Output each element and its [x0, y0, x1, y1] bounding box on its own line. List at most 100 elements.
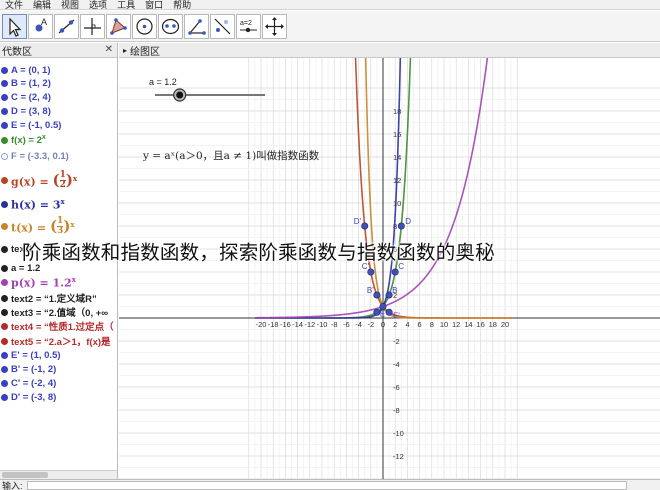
menu-item-1[interactable]: 编辑	[28, 0, 56, 10]
function-curve	[364, 58, 512, 319]
visibility-toggle-icon[interactable]	[1, 79, 8, 87]
command-input[interactable]	[26, 480, 627, 490]
line-tool-button[interactable]	[54, 13, 79, 39]
slider-tool-icon: a=2	[240, 20, 257, 32]
algebra-item[interactable]: text5 = “2.a＞1，f(x)是	[0, 334, 111, 348]
algebra-item-label: B' = (-1, 2)	[11, 363, 57, 375]
algebra-item-label: E = (-1, 0.5)	[11, 119, 62, 131]
polygon-tool-button[interactable]	[106, 13, 131, 39]
menu-item-3[interactable]: 选项	[84, 0, 112, 10]
x-tick-label: -18	[268, 320, 279, 329]
visibility-toggle-icon[interactable]	[1, 278, 8, 286]
x-tick-label: 2	[393, 320, 397, 329]
algebra-item[interactable]: F = (-3.3, 0.1)	[0, 149, 69, 163]
algebra-item[interactable]: h(x) = 3x	[0, 197, 65, 211]
algebra-item-label: f(x) = 2x	[11, 133, 46, 147]
algebra-item[interactable]: C = (2, 4)	[0, 90, 51, 104]
visibility-toggle-icon[interactable]	[1, 121, 8, 129]
angle-tool-button[interactable]	[184, 13, 209, 39]
x-tick-label: -6	[343, 320, 350, 329]
algebra-item[interactable]: text2 = “1.定义域R”	[0, 291, 97, 305]
close-icon[interactable]: ✕	[105, 44, 113, 55]
algebra-item[interactable]: g(x) = (1 2) x	[0, 170, 77, 189]
algebra-item[interactable]: B = (1, 2)	[0, 76, 51, 90]
menu-item-2[interactable]: 视图	[56, 0, 84, 10]
x-tick-label: 14	[464, 320, 472, 329]
algebra-item[interactable]: D = (3, 8)	[0, 104, 51, 118]
visibility-toggle-icon[interactable]	[1, 308, 8, 316]
move-view-tool-icon	[265, 16, 284, 36]
visibility-toggle-icon[interactable]	[1, 222, 8, 230]
visibility-toggle-icon[interactable]	[1, 264, 8, 272]
algebra-item[interactable]: f(x) = 2x	[0, 133, 46, 147]
view-menu-icon[interactable]: ▸	[123, 46, 127, 55]
visibility-toggle-icon[interactable]	[1, 176, 8, 184]
visibility-toggle-icon[interactable]	[1, 322, 8, 330]
ellipse-tool-button[interactable]	[158, 13, 183, 39]
menu-item-0[interactable]: 文件	[0, 0, 28, 10]
scrollbar-thumb[interactable]	[2, 472, 48, 478]
menu-item-6[interactable]: 帮助	[168, 0, 196, 10]
visibility-toggle-icon[interactable]	[1, 365, 8, 373]
svg-text:A: A	[41, 17, 47, 27]
algebra-item[interactable]: C' = (-2, 4)	[0, 376, 56, 390]
algebra-item-label: text5 = “2.a＞1，f(x)是	[11, 337, 111, 348]
menu-item-5[interactable]: 窗口	[140, 0, 168, 10]
visibility-toggle-icon[interactable]	[1, 93, 8, 101]
point-marker	[385, 308, 393, 316]
polygon-tool-icon	[110, 17, 127, 35]
algebra-item-label: text2 = “1.定义域R”	[11, 294, 97, 305]
visibility-toggle-icon[interactable]	[1, 393, 8, 401]
circle-tool-button[interactable]	[132, 13, 157, 39]
slider-tool-button[interactable]: a=2	[236, 13, 261, 39]
x-tick-label: -10	[317, 320, 328, 329]
algebra-item[interactable]: t(x) = (1 3) x	[0, 216, 75, 235]
point-label: B'	[367, 286, 374, 295]
algebra-item[interactable]: p(x) = 1.2x	[0, 275, 76, 289]
x-tick-label: -20	[256, 320, 267, 329]
visibility-toggle-icon[interactable]	[1, 66, 8, 74]
move-tool-button[interactable]	[2, 13, 27, 39]
x-tick-label: 10	[440, 320, 448, 329]
point-tool-button[interactable]: A	[28, 13, 53, 39]
reflect-tool-button[interactable]	[210, 13, 235, 39]
ellipse-tool-icon	[161, 18, 180, 34]
algebra-item-label: B = (1, 2)	[11, 77, 51, 89]
algebra-item[interactable]: A = (0, 1)	[0, 63, 51, 77]
algebra-item[interactable]: E' = (1, 0.5)	[0, 348, 61, 362]
algebra-item-label: D' = (-3, 8)	[11, 391, 57, 403]
visibility-toggle-icon[interactable]	[1, 294, 8, 302]
graphics-view-header: ▸ 绘图区	[119, 43, 660, 58]
visibility-toggle-icon[interactable]	[1, 152, 8, 160]
algebra-item[interactable]: E = (-1, 0.5)	[0, 118, 61, 132]
line-tool-icon	[58, 19, 75, 33]
x-tick-label: -2	[367, 320, 374, 329]
x-tick-label: 4	[405, 320, 409, 329]
menu-item-4[interactable]: 工具	[112, 0, 140, 10]
y-tick-label: -2	[393, 337, 400, 346]
visibility-toggle-icon[interactable]	[1, 107, 8, 115]
visibility-toggle-icon[interactable]	[1, 337, 8, 345]
point-label: D	[405, 217, 411, 226]
algebra-item[interactable]: text4 = “性质1.过定点（	[0, 319, 114, 333]
visibility-toggle-icon[interactable]	[1, 379, 8, 387]
point-marker	[397, 222, 405, 230]
perpendicular-tool-icon	[84, 17, 101, 35]
move-view-tool-button[interactable]	[262, 13, 287, 39]
visibility-toggle-icon[interactable]	[1, 136, 8, 144]
toolbar: Aa=2	[0, 11, 660, 42]
y-tick-label: 18	[393, 107, 401, 116]
algebra-item[interactable]: text3 = “2.值域（0, +∞	[0, 305, 108, 319]
perpendicular-tool-button[interactable]	[80, 13, 105, 39]
visibility-toggle-icon[interactable]	[1, 351, 8, 359]
algebra-item[interactable]: B' = (-1, 2)	[0, 362, 56, 376]
x-tick-label: -14	[292, 320, 303, 329]
circle-tool-icon	[136, 17, 153, 35]
function-plot[interactable]: -20 -18 -16 -14 -12 -10 -8 -6 -4 -2 0 2 4 6 8 10 12 14 16 1…	[119, 58, 660, 479]
visibility-toggle-icon[interactable]	[1, 200, 8, 208]
visibility-toggle-icon[interactable]	[1, 245, 8, 253]
x-tick-label: -8	[331, 320, 338, 329]
algebra-item[interactable]: D' = (-3, 8)	[0, 390, 56, 404]
x-tick-label: 12	[452, 320, 460, 329]
algebra-item-label: C' = (-2, 4)	[11, 377, 57, 389]
